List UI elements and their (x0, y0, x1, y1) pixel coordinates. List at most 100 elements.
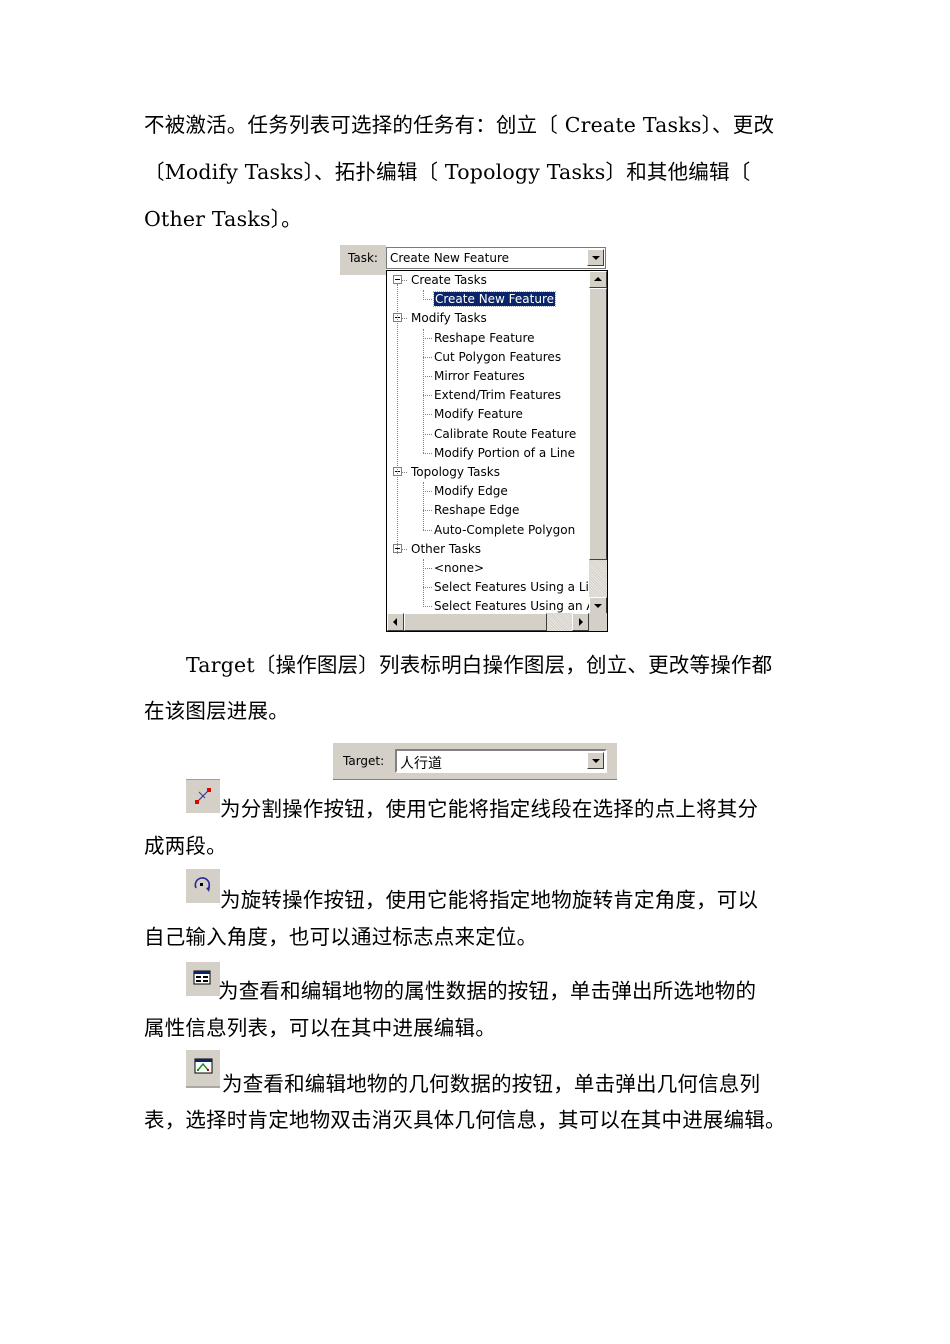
tree-item[interactable]: Mirror Features (387, 367, 587, 386)
tree-item-label: <none> (434, 561, 485, 575)
scroll-up-button[interactable] (589, 271, 607, 288)
task-dropdown-button[interactable] (587, 249, 604, 266)
rotate-tool-icon (186, 869, 220, 903)
tree-connector (402, 472, 407, 473)
tree-group-label: Other Tasks (411, 541, 482, 556)
horizontal-scroll-track[interactable] (547, 613, 572, 631)
tree-item-label: Auto-Complete Polygon (434, 522, 576, 537)
tree-item[interactable]: Cut Polygon Features (387, 348, 587, 367)
vertical-scrollbar[interactable] (589, 271, 607, 614)
tree-group-label: Topology Tasks (411, 465, 500, 479)
text-line: 为查看和编辑地物的属性数据的按钮，单击弹出所选地物的 (218, 979, 757, 1003)
tree-item-label: Mirror Features (434, 369, 525, 383)
tree-item-label: Calibrate Route Feature (434, 426, 577, 441)
tree-item[interactable]: Modify Edge (387, 482, 587, 501)
tree-item-label: Modify Feature (434, 407, 523, 422)
tree-item[interactable]: Calibrate Route Feature (387, 425, 587, 444)
tree-group-create-tasks[interactable]: Create Tasks (387, 271, 587, 290)
tree-item[interactable]: Reshape Feature (387, 329, 587, 348)
tree-connector (423, 299, 432, 301)
tree-item-label: Select Features Using a Lir (434, 580, 594, 595)
tree-group-label: Create Tasks (411, 273, 487, 287)
arrow-left-icon (393, 618, 397, 626)
tree-item-label: Modify Edge (434, 484, 508, 499)
tree-item[interactable]: Select Features Using a Lir (387, 578, 594, 597)
scroll-right-button[interactable] (572, 613, 589, 631)
target-label: Target: (343, 754, 385, 768)
tree-connector (423, 482, 424, 531)
text-line: 为分割操作按钮，使用它能将指定线段在选择的点上将其分 (220, 797, 759, 821)
tree-connector (423, 356, 432, 358)
arrow-right-icon (579, 618, 583, 626)
tree-connector (423, 559, 424, 607)
tree-connector (423, 491, 432, 493)
tree-connector (423, 328, 424, 454)
tree-connector (423, 587, 432, 589)
tree-connector (423, 529, 432, 531)
tree-connector (397, 284, 398, 554)
task-label-box: Task: (340, 245, 386, 275)
tree-connector (423, 452, 432, 454)
text-line: 在该图层进展。 (144, 699, 289, 723)
tree-connector (423, 414, 432, 416)
tree-item[interactable]: Modify Portion of a Line (387, 444, 587, 463)
tree-connector (423, 337, 432, 339)
tree-connector (402, 548, 407, 550)
collapse-icon[interactable] (393, 275, 402, 284)
text-line: 表，选择时肯定地物双击消灭具体几何信息，其可以在其中进展编辑。 (144, 1108, 786, 1132)
chevron-down-icon (592, 759, 600, 763)
scroll-corner (589, 613, 607, 631)
tree-item-label: Select Features Using an A (434, 599, 595, 614)
sketch-properties-tool-icon (186, 1050, 220, 1088)
tree-item-label: Reshape Edge (434, 503, 520, 518)
text-line: Other Tasks〕。 (144, 207, 302, 231)
arrow-down-icon (594, 604, 602, 608)
text-line: 为查看和编辑地物的几何数据的按钮，单击弹出几何信息列 (222, 1072, 761, 1096)
tree-item-label: Modify Portion of a Line (434, 445, 576, 460)
target-dropdown-button[interactable] (587, 752, 604, 769)
tree-group-modify-tasks[interactable]: Modify Tasks (387, 309, 587, 328)
attributes-tool-icon (186, 962, 220, 996)
text-line: 〔Modify Tasks〕、拓扑编辑〔 Topology Tasks〕和其他编… (144, 160, 751, 184)
tree-connector (402, 318, 407, 320)
tree-connector (402, 280, 407, 281)
tree-item[interactable]: Modify Feature (387, 405, 587, 424)
tree-item[interactable]: Reshape Edge (387, 501, 587, 520)
task-label: Task: (348, 251, 378, 265)
scroll-left-button[interactable] (387, 613, 404, 631)
horizontal-scroll-thumb[interactable] (404, 613, 547, 631)
tree-connector (423, 606, 432, 608)
tree-item-label: Cut Polygon Features (434, 349, 562, 364)
text-line: 成两段。 (144, 834, 227, 858)
tree-item-label: Create New Feature (432, 291, 557, 308)
task-dropdown-widget: Task: Create New Feature Create Tasks Cre… (340, 245, 610, 632)
tree-item[interactable]: Extend/Trim Features (387, 386, 587, 405)
tree-item[interactable]: Create New Feature (387, 290, 587, 309)
text-line: 属性信息列表，可以在其中进展编辑。 (144, 1016, 496, 1040)
target-combobox[interactable]: 人行道 (395, 749, 607, 773)
tree-group-label: Modify Tasks (411, 311, 487, 326)
target-toolbar-widget: Target: 人行道 (333, 742, 617, 780)
text-line: 不被激活。任务列表可选择的任务有：创立〔 Create Tasks〕、更改 (144, 113, 775, 137)
scroll-down-button[interactable] (589, 597, 607, 614)
task-combobox-value: Create New Feature (390, 251, 510, 265)
tree-group-topology-tasks[interactable]: Topology Tasks (387, 463, 587, 482)
task-tree-list: Create Tasks Create New Feature Modify Tas… (386, 270, 608, 632)
tree-connector (423, 395, 432, 397)
vertical-scroll-track[interactable] (589, 560, 607, 597)
tree-connector (423, 510, 432, 512)
horizontal-scrollbar[interactable] (387, 613, 589, 631)
tree-connector (423, 376, 432, 377)
task-combobox[interactable]: Create New Feature (386, 247, 606, 269)
vertical-scroll-thumb[interactable] (589, 288, 607, 560)
tree-item[interactable]: <none> (387, 559, 587, 578)
tree-connector (423, 568, 432, 569)
tree-item-label: Extend/Trim Features (434, 388, 561, 403)
split-tool-icon (186, 779, 220, 813)
text-line: 为旋转操作按钮，使用它能将指定地物旋转肯定角度，可以 (220, 888, 759, 912)
target-combobox-value: 人行道 (400, 756, 442, 772)
text-line: Target〔操作图层〕列表标明白操作图层，创立、更改等操作都 (186, 653, 773, 677)
tree-group-other-tasks[interactable]: Other Tasks (387, 540, 587, 559)
tree-item-label: Reshape Feature (434, 330, 535, 345)
tree-item[interactable]: Auto-Complete Polygon (387, 521, 587, 540)
